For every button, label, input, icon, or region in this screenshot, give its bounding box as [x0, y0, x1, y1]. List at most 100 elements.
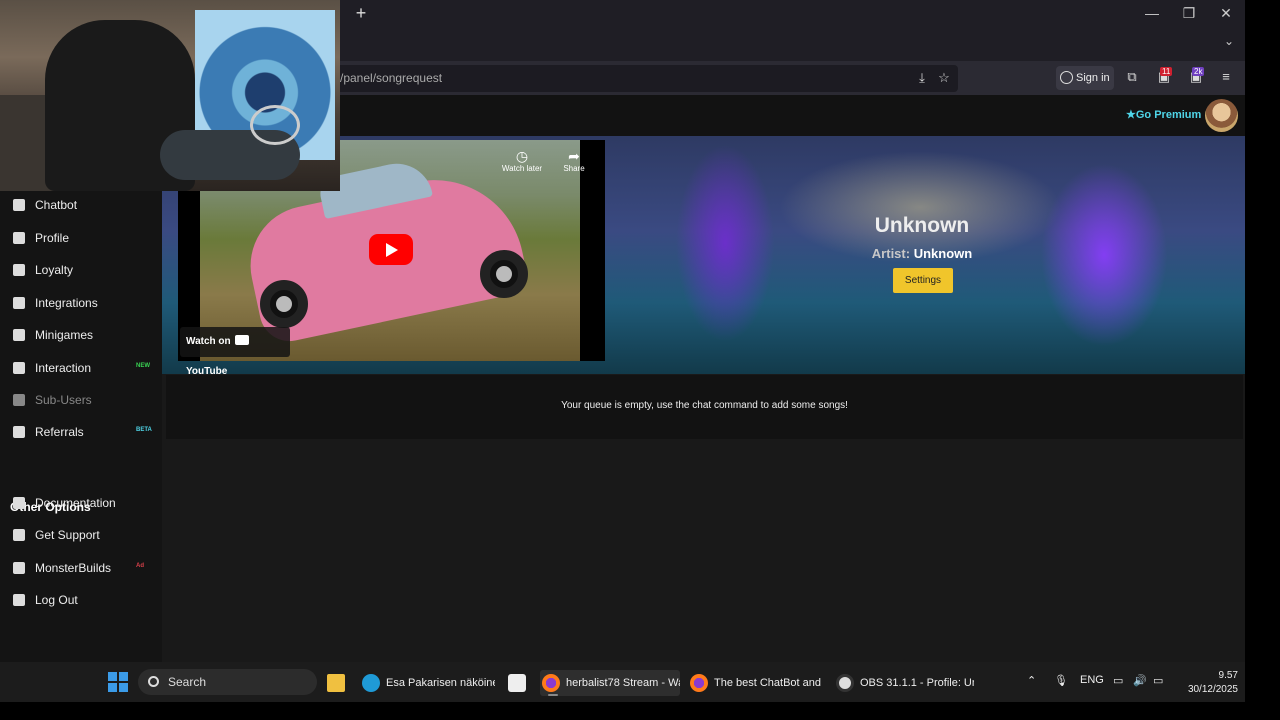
song-artist: Artist: Unknown [822, 246, 1022, 261]
book-icon [13, 497, 25, 509]
laptop-icon [13, 562, 25, 574]
sidebar-item-minigames[interactable]: Minigames [0, 321, 162, 349]
share-icon: ➦ [568, 148, 580, 164]
share-button[interactable]: ➦ Share [550, 148, 598, 173]
taskbar-app-label: herbalist78 Stream - Wa [566, 677, 680, 689]
sidebar-item-label: Log Out [35, 593, 78, 607]
sidebar-tag: Ad [136, 563, 144, 569]
start-button[interactable] [108, 672, 128, 692]
restore-button[interactable]: ❐ [1180, 4, 1198, 22]
sidebar-item-label: Interaction [35, 361, 92, 375]
new-tab-button[interactable]: + [352, 4, 370, 22]
sidebar-item-documentation[interactable]: Documentation [0, 489, 162, 517]
sidebar-item-sub-users[interactable]: Sub-Users [0, 386, 162, 414]
car-wheel [480, 250, 528, 298]
sign-in-button[interactable]: Sign in [1056, 66, 1114, 90]
sidebar-item-integrations[interactable]: Integrations [0, 289, 162, 317]
sidebar-tag: BETA [136, 427, 152, 433]
sidebar-item-chatbot[interactable]: Chatbot [0, 191, 162, 219]
sidebar-item-interaction[interactable]: Interaction NEW [0, 354, 162, 382]
watch-on-youtube-button[interactable]: Watch on YouTube [180, 327, 290, 377]
avatar[interactable] [1205, 99, 1238, 132]
trophy-icon [13, 264, 25, 276]
webcam-overlay [0, 0, 340, 191]
sidebar-item-label: Sub-Users [35, 393, 92, 407]
sidebar-item-label: Get Support [35, 528, 100, 542]
firefox-icon [542, 674, 560, 692]
sidebar-item-label: Minigames [35, 328, 94, 342]
url-text[interactable]: /panel/songrequest [340, 71, 442, 85]
watch-on-label: Watch on [186, 336, 231, 347]
file-explorer-button[interactable] [325, 670, 349, 696]
sidebar-item-loyalty[interactable]: Loyalty [0, 256, 162, 284]
network-icon[interactable]: ▭ [1113, 674, 1123, 687]
obs-icon [836, 674, 854, 692]
minimize-button[interactable]: — [1143, 4, 1161, 22]
clock[interactable]: 9.57 30/12/2025 [1174, 669, 1238, 697]
go-premium-label: Go Premium [1135, 109, 1202, 121]
sidebar-item-label: Chatbot [35, 198, 78, 212]
artist-name: Unknown [913, 246, 973, 261]
save-to-pocket-icon[interactable]: ⤓ [914, 70, 930, 86]
clock-time: 9.57 [1218, 670, 1238, 681]
chevron-up-icon[interactable]: ⌃ [1027, 674, 1036, 687]
watch-later-label: Watch later [501, 164, 543, 173]
youtube-logo-icon [234, 335, 249, 346]
search-label: Search [168, 675, 207, 689]
bookmark-star-icon[interactable]: ☆ [936, 70, 952, 86]
hamburger-menu-icon[interactable]: ≡ [1218, 69, 1234, 85]
sidebar-item-get-support[interactable]: Get Support [0, 521, 162, 549]
car-wheel [260, 280, 308, 328]
battery-icon[interactable]: ▭ [1153, 674, 1163, 687]
edge-icon [362, 674, 380, 692]
question-icon [13, 529, 25, 541]
sidebar-item-log-out[interactable]: Log Out [0, 586, 162, 614]
queue-empty-message: Your queue is empty, use the chat comman… [561, 400, 848, 411]
sidebar-item-referrals[interactable]: Referrals BETA [0, 418, 162, 446]
store-button[interactable] [506, 670, 530, 696]
extension-purple-icon[interactable]: ▣ 2k [1188, 67, 1205, 85]
taskbar-app-label: The best ChatBot and W [714, 677, 823, 689]
folder-icon [327, 674, 345, 692]
close-window-button[interactable]: ✕ [1217, 4, 1235, 22]
settings-button[interactable]: Settings [893, 268, 953, 293]
users-icon [13, 394, 25, 406]
list-all-tabs-button[interactable]: ⌄ [1220, 34, 1238, 52]
sidebar-item-label: MonsterBuilds [35, 561, 112, 575]
extension-badge: 11 [1160, 67, 1173, 76]
extensions-icon[interactable]: ⧉ [1124, 69, 1140, 85]
robot-icon [13, 199, 25, 211]
firefox-icon [690, 674, 708, 692]
microphone-icon[interactable]: 🎙 [1054, 674, 1068, 687]
gamepad-icon [13, 329, 25, 341]
people-icon [13, 426, 25, 438]
clock-date: 30/12/2025 [1187, 684, 1238, 695]
sidebar-item-label: Documentation [35, 496, 116, 510]
clock-icon: ◷ [515, 148, 529, 164]
taskbar-app[interactable]: The best ChatBot and W [688, 670, 823, 696]
extension-red-icon[interactable]: ▣ 11 [1156, 67, 1173, 85]
sidebar-item-label: Loyalty [35, 263, 74, 277]
active-indicator [548, 694, 558, 696]
taskbar-app[interactable]: OBS 31.1.1 - Profile: Unti [834, 670, 974, 696]
sidebar-item-label: Profile [35, 231, 70, 245]
windows-taskbar: Search Esa Pakarisen näköinen herbalist7… [0, 662, 1245, 702]
sidebar-item-monsterbuilds[interactable]: MonsterBuilds Ad [0, 554, 162, 582]
music-icon [13, 362, 25, 374]
play-button[interactable] [369, 234, 413, 265]
taskbar-app[interactable]: Esa Pakarisen näköinen [360, 670, 495, 696]
go-premium-link[interactable]: ★Go Premium [1126, 108, 1201, 121]
language-indicator[interactable]: ENG [1080, 674, 1104, 686]
taskbar-search[interactable]: Search [138, 669, 317, 695]
logout-icon [13, 594, 25, 606]
address-bar[interactable]: /panel/songrequest ⤓ ☆ [300, 65, 958, 92]
sidebar: WidgetsChatbotProfileLoyaltyIntegrations… [0, 136, 162, 662]
watch-later-button[interactable]: ◷ Watch later [498, 148, 546, 173]
volume-icon[interactable]: 🔊 [1133, 674, 1147, 687]
share-label: Share [563, 164, 585, 173]
sidebar-item-profile[interactable]: Profile [0, 224, 162, 252]
taskbar-app[interactable]: herbalist78 Stream - Wa [540, 670, 680, 696]
sidebar-item-label: Referrals [35, 425, 84, 439]
store-icon [508, 674, 526, 692]
song-queue: Your queue is empty, use the chat comman… [166, 375, 1243, 439]
